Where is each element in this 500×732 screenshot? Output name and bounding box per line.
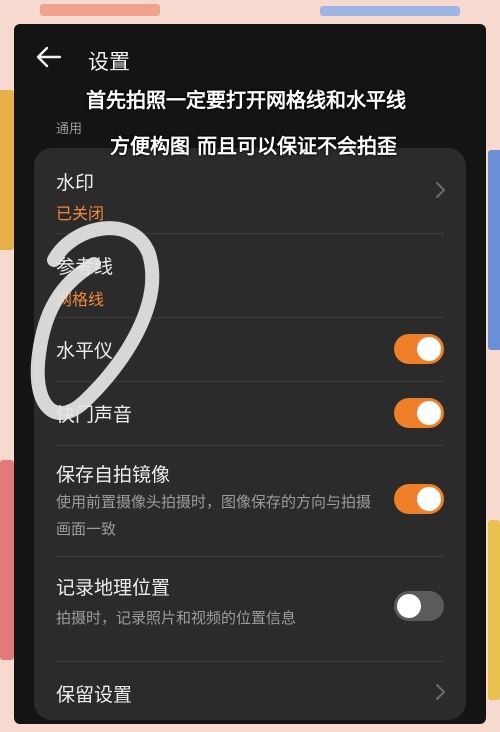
keep-settings-title: 保留设置: [56, 684, 133, 706]
watermark-value: 已关闭: [56, 204, 105, 223]
background-pencil: [320, 6, 460, 16]
back-arrow-icon[interactable]: [34, 42, 64, 72]
level-row: 水平仪: [34, 318, 466, 380]
shutter-sound-row: 快门声音: [34, 382, 466, 444]
page-title: 设置: [88, 50, 130, 74]
location-title: 记录地理位置: [56, 577, 171, 599]
background-pencil: [488, 520, 500, 700]
mirror-selfie-toggle[interactable]: [394, 484, 444, 514]
chevron-right-icon: [436, 684, 446, 700]
settings-screen: 设置 通用 水印 已关闭 参考线 网格线 水平仪 快门声音 保存自拍镜像 使用前…: [14, 24, 486, 724]
location-toggle[interactable]: [394, 591, 444, 621]
toggle-knob: [417, 337, 441, 361]
toggle-knob: [417, 401, 441, 425]
mirror-selfie-title: 保存自拍镜像: [56, 464, 171, 486]
watermark-title: 水印: [56, 172, 95, 194]
caption-line-2: 方便构图 而且可以保证不会拍歪: [110, 134, 397, 158]
section-label: 通用: [56, 122, 83, 137]
shutter-sound-title: 快门声音: [56, 404, 133, 426]
level-toggle[interactable]: [394, 334, 444, 364]
toggle-knob: [397, 594, 421, 618]
guide-lines-value: 网格线: [56, 290, 105, 309]
background-pencil: [0, 460, 14, 660]
guide-lines-row[interactable]: 参考线 网格线: [34, 234, 466, 316]
level-title: 水平仪: [56, 340, 114, 362]
guide-lines-title: 参考线: [56, 256, 114, 278]
background-pencil: [40, 4, 160, 16]
location-row: 记录地理位置 拍摄时，记录照片和视频的位置信息: [34, 557, 466, 661]
mirror-selfie-row: 保存自拍镜像 使用前置摄像头拍摄时，图像保存的方向与拍摄画面一致: [34, 446, 466, 556]
keep-settings-row[interactable]: 保留设置: [34, 662, 466, 720]
chevron-right-icon: [436, 182, 446, 198]
background-pencil: [488, 150, 500, 350]
caption-line-1: 首先拍照一定要打开网格线和水平线: [86, 88, 406, 112]
location-description: 拍摄时，记录照片和视频的位置信息: [56, 609, 297, 627]
background-pencil: [0, 90, 14, 250]
mirror-selfie-description: 使用前置摄像头拍摄时，图像保存的方向与拍摄画面一致: [56, 493, 372, 538]
toggle-knob: [417, 487, 441, 511]
shutter-sound-toggle[interactable]: [394, 398, 444, 428]
header: 设置: [14, 34, 486, 82]
watermark-row[interactable]: 水印 已关闭: [34, 148, 466, 232]
settings-card: 水印 已关闭 参考线 网格线 水平仪 快门声音 保存自拍镜像 使用前置摄像头拍摄…: [34, 148, 466, 720]
